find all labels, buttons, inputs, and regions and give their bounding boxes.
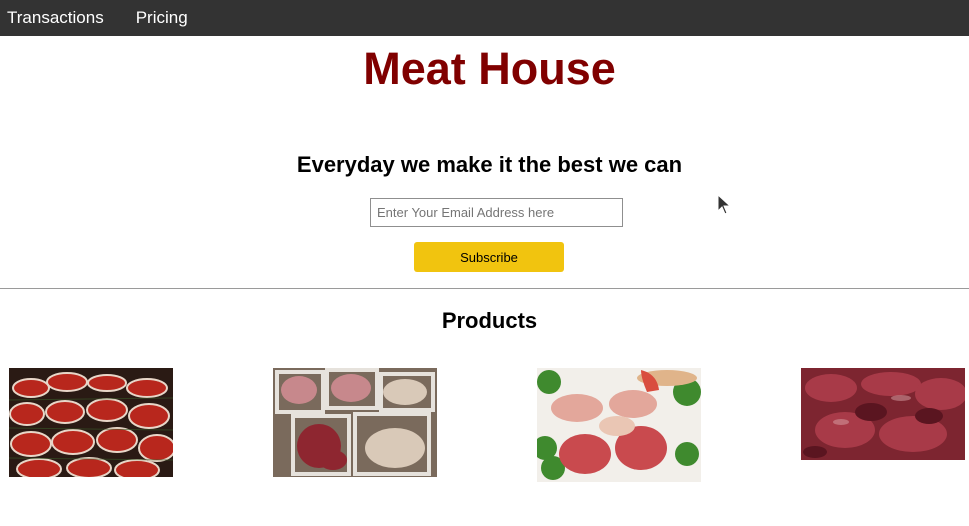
top-navbar: Transactions Pricing: [0, 0, 969, 36]
subscribe-button[interactable]: Subscribe: [414, 242, 564, 272]
product-image-meat-platter[interactable]: [537, 368, 701, 482]
product-image-steaks[interactable]: [9, 368, 173, 477]
email-input[interactable]: [370, 198, 623, 227]
nav-link-transactions[interactable]: Transactions: [0, 0, 120, 36]
site-title: Meat House: [363, 43, 616, 94]
nav-link-pricing[interactable]: Pricing: [120, 0, 204, 36]
section-divider: [0, 288, 969, 289]
hero-tagline: Everyday we make it the best we can: [296, 152, 683, 177]
product-image-raw-beef[interactable]: [801, 368, 965, 460]
products-title: Products: [441, 308, 538, 333]
mouse-cursor-icon: [717, 194, 731, 215]
product-image-meat-cuts[interactable]: [273, 368, 437, 477]
